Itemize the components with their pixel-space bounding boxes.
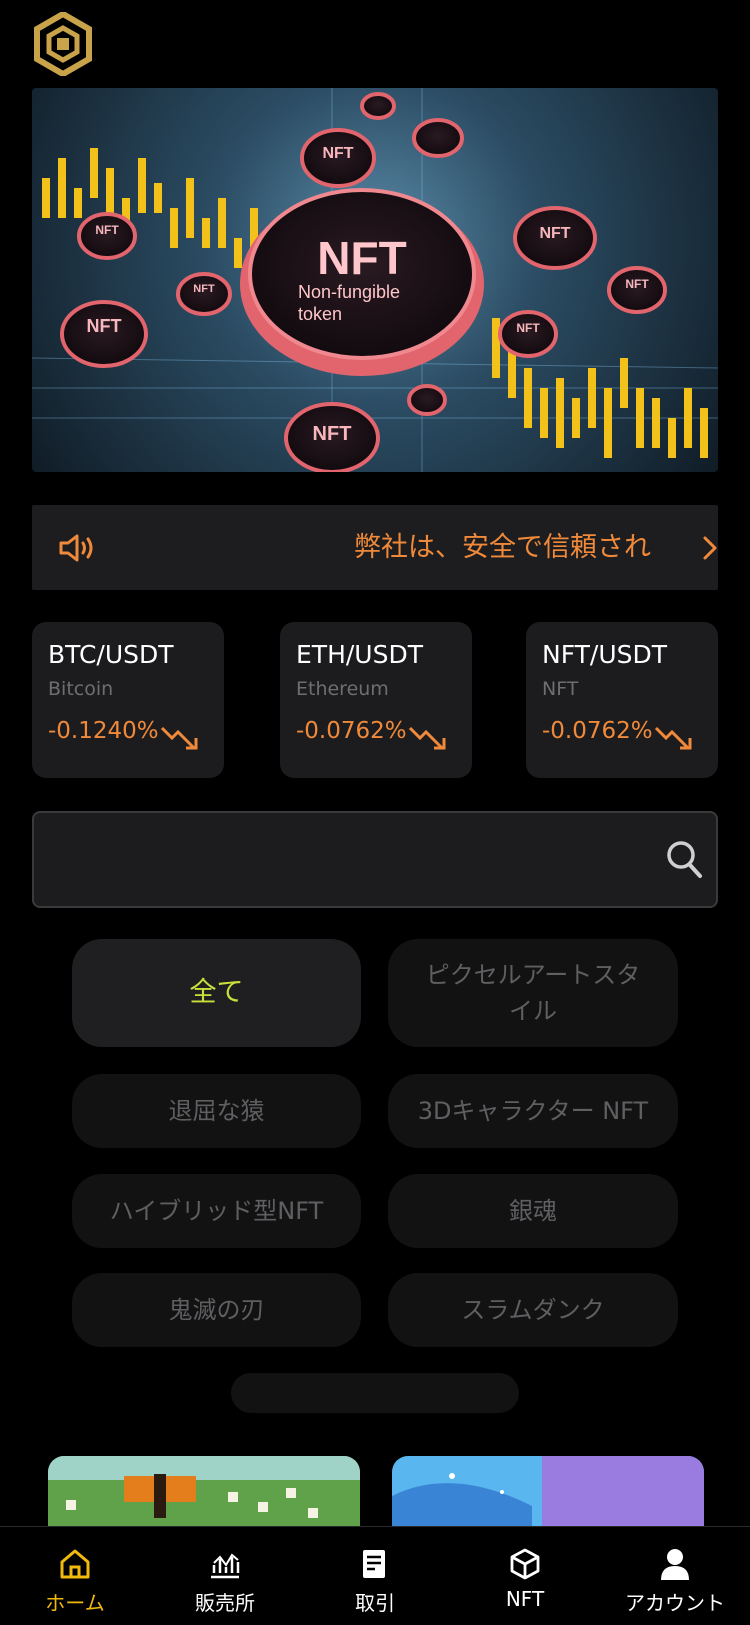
coin-label: NFT — [539, 225, 570, 242]
banner-title: NFT — [317, 232, 406, 284]
tab-label: ホーム — [45, 1591, 105, 1615]
ticker-change: -0.1240% — [48, 718, 159, 744]
nft-card-image[interactable] — [392, 1456, 704, 1526]
ticker-card-eth[interactable]: ETH/USDT Ethereum -0.0762% — [280, 622, 472, 778]
speaker-icon — [59, 534, 93, 562]
tab-label: アカウント — [625, 1591, 725, 1615]
category-all[interactable]: 全て — [72, 939, 361, 1047]
banner-subtitle-2: token — [298, 304, 342, 324]
tab-trade[interactable]: 取引 — [300, 1527, 450, 1625]
chevron-right-icon[interactable] — [700, 535, 720, 561]
ticker-name: NFT — [542, 678, 579, 700]
category-hybrid-nft[interactable]: ハイブリッド型NFT — [72, 1174, 361, 1248]
tab-account[interactable]: アカウント — [600, 1527, 750, 1625]
notice-bar[interactable]: 弊社は、安全で信頼され — [32, 505, 718, 590]
search-box[interactable] — [32, 811, 718, 908]
chart-icon — [211, 1553, 240, 1579]
ticker-pair: NFT/USDT — [542, 640, 668, 669]
ticker-change: -0.0762% — [542, 718, 653, 744]
home-icon — [60, 1549, 90, 1579]
bottom-tab-bar: ホーム 販売所 取引 NFT アカウント — [0, 1526, 750, 1625]
ticker-name: Bitcoin — [48, 678, 114, 700]
category-pixel-art[interactable]: ピクセルアートスタイル — [388, 939, 678, 1047]
tab-label: 販売所 — [195, 1591, 255, 1615]
category-3d-character[interactable]: 3Dキャラクター NFT — [388, 1074, 678, 1148]
tab-label: NFT — [505, 1587, 545, 1611]
tab-home[interactable]: ホーム — [0, 1527, 150, 1625]
category-slam-dunk[interactable]: スラムダンク — [388, 1273, 678, 1347]
coin-label: NFT — [193, 283, 215, 295]
coin-label: NFT — [95, 223, 119, 237]
category-demon-slayer[interactable]: 鬼滅の刃 — [72, 1273, 361, 1347]
coin-label: NFT — [322, 145, 353, 162]
trend-down-icon — [160, 726, 198, 750]
tab-nft[interactable]: NFT — [450, 1527, 600, 1625]
search-icon[interactable] — [664, 837, 704, 881]
trend-down-icon — [654, 726, 692, 750]
coin-label: NFT — [313, 423, 352, 445]
ticker-pair: ETH/USDT — [296, 640, 423, 669]
load-more-bar[interactable] — [231, 1373, 519, 1413]
ticker-pair: BTC/USDT — [48, 640, 174, 669]
document-icon — [363, 1550, 385, 1578]
ticker-name: Ethereum — [296, 678, 389, 700]
nft-card-image[interactable] — [48, 1456, 360, 1526]
coin-label: NFT — [87, 316, 122, 336]
coin-label: NFT — [625, 277, 649, 291]
banner-subtitle-1: Non-fungible — [298, 282, 400, 302]
coin-label: NFT — [516, 321, 540, 335]
tab-label: 取引 — [355, 1591, 395, 1615]
search-input[interactable] — [50, 833, 624, 887]
category-gintama[interactable]: 銀魂 — [388, 1174, 678, 1248]
user-icon — [661, 1549, 689, 1580]
notice-text: 弊社は、安全で信頼され — [354, 532, 651, 563]
tab-exchange[interactable]: 販売所 — [150, 1527, 300, 1625]
cube-icon — [510, 1548, 540, 1580]
hero-banner[interactable]: NFT NFT NFT NFT NFT NFT NFT NFT NFT Non-… — [32, 88, 718, 472]
trend-down-icon — [408, 726, 446, 750]
ticker-card-btc[interactable]: BTC/USDT Bitcoin -0.1240% — [32, 622, 224, 778]
ticker-card-nft[interactable]: NFT/USDT NFT -0.0762% — [526, 622, 718, 778]
app-logo — [34, 12, 92, 76]
ticker-change: -0.0762% — [296, 718, 407, 744]
category-bored-ape[interactable]: 退屈な猿 — [72, 1074, 361, 1148]
